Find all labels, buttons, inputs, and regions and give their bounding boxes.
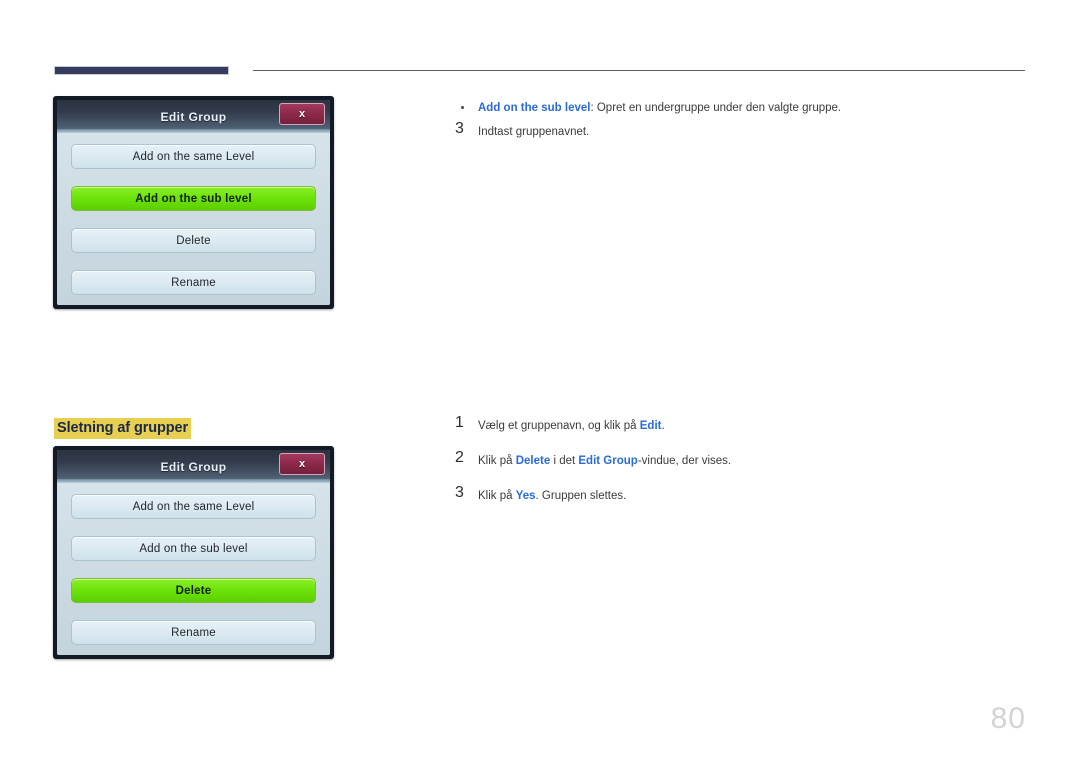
button-add-on-the-same-level[interactable]: Add on the same Level: [71, 494, 316, 519]
dialog-titlebar: Edit Group x: [57, 450, 330, 483]
dialog-inner: Edit Group x Add on the same Level Add o…: [57, 450, 330, 655]
page-number: 80: [990, 702, 1026, 735]
header-rule-thick: [55, 67, 228, 74]
dialog-body: Add on the same Level Add on the sub lev…: [57, 483, 330, 655]
step-text-pre: Vælg et gruppenavn, og klik på: [478, 420, 640, 432]
button-add-on-the-sub-level[interactable]: Add on the sub level: [71, 536, 316, 561]
step-text-pre: Klik på: [478, 455, 516, 467]
step-keyword-1: Delete: [515, 455, 551, 467]
step-keyword-1: Edit: [639, 420, 662, 432]
close-icon[interactable]: x: [279, 453, 325, 475]
step-text-mid: . Gruppen slettes.: [535, 490, 627, 502]
step-item-1: 1 Vælg et gruppenavn, og klik på Edit.: [455, 414, 1030, 434]
step-text-mid: i det: [550, 455, 579, 467]
edit-group-dialog-2: Edit Group x Add on the same Level Add o…: [53, 446, 334, 659]
step-keyword-2: Edit Group: [578, 455, 638, 467]
bullet-text: : Opret en undergruppe under den valgte …: [590, 102, 842, 114]
bullet-item-add-on-sub-level: Add on the sub level: Opret en undergrup…: [455, 100, 1030, 116]
step-item-3-top: 3 Indtast gruppenavnet.: [455, 120, 1030, 140]
dialog-inner: Edit Group x Add on the same Level Add o…: [57, 100, 330, 305]
step-text: Indtast gruppenavnet.: [478, 126, 590, 138]
dialog-body: Add on the same Level Add on the sub lev…: [57, 133, 330, 305]
step-item-2: 2 Klik på Delete i det Edit Group-vindue…: [455, 449, 1030, 469]
bullet-dot-icon: [461, 106, 464, 109]
header-rule-thin: [253, 70, 1025, 71]
bullet-keyword: Add on the sub level: [478, 102, 591, 114]
top-text-block: Add on the sub level: Opret en undergrup…: [455, 100, 1030, 140]
button-rename[interactable]: Rename: [71, 620, 316, 645]
step-number: 1: [455, 414, 464, 431]
dialog-titlebar: Edit Group x: [57, 100, 330, 133]
bottom-steps-block: 1 Vælg et gruppenavn, og klik på Edit. 2…: [455, 414, 1030, 504]
button-delete[interactable]: Delete: [71, 578, 316, 603]
step-text-post: -vindue, der vises.: [637, 455, 732, 467]
step-text-mid: .: [661, 420, 665, 432]
section-heading: Sletning af grupper: [54, 418, 192, 439]
step-number: 3: [455, 484, 464, 501]
step-text-pre: Klik på: [478, 490, 516, 502]
button-add-on-the-sub-level[interactable]: Add on the sub level: [71, 186, 316, 211]
edit-group-dialog-1: Edit Group x Add on the same Level Add o…: [53, 96, 334, 309]
step-number: 3: [455, 120, 464, 137]
button-delete[interactable]: Delete: [71, 228, 316, 253]
dialog-title: Edit Group: [160, 109, 227, 124]
step-item-3: 3 Klik på Yes. Gruppen slettes.: [455, 484, 1030, 504]
button-rename[interactable]: Rename: [71, 270, 316, 295]
button-add-on-the-same-level[interactable]: Add on the same Level: [71, 144, 316, 169]
step-number: 2: [455, 449, 464, 466]
step-keyword-1: Yes: [515, 490, 536, 502]
close-icon[interactable]: x: [279, 103, 325, 125]
dialog-title: Edit Group: [160, 459, 227, 474]
